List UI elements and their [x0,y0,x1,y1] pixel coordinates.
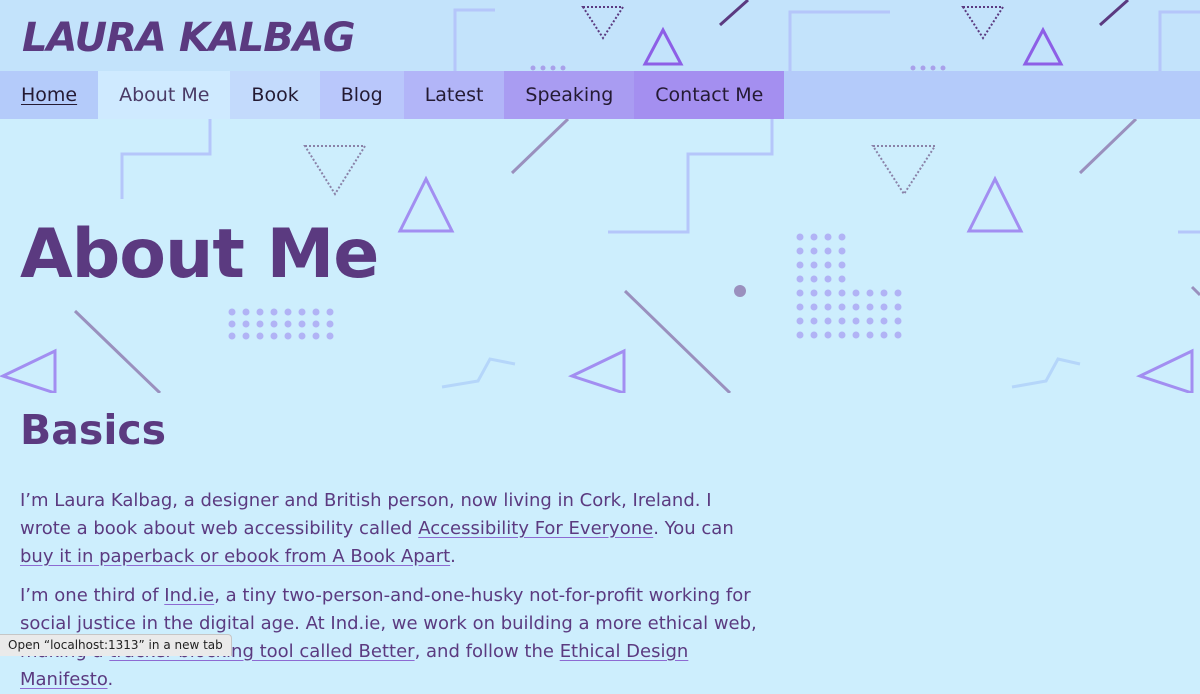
buy-book-link[interactable]: buy it in paperback or ebook from A Book… [20,546,450,567]
site-header: LAURA KALBAG [0,0,1200,71]
nav-item-home[interactable]: Home [0,71,98,119]
site-title[interactable]: LAURA KALBAG [22,10,356,66]
intro-paragraph: I’m Laura Kalbag, a designer and British… [20,487,765,571]
indie-link[interactable]: Ind.ie [164,585,214,606]
page-title: About Me [20,215,379,294]
nav-item-blog[interactable]: Blog [319,71,404,119]
browser-status-bar: Open “localhost:1313” in a new tab [0,634,232,656]
accessibility-for-everyone-link[interactable]: Accessibility For Everyone [418,518,653,539]
section-heading-basics: Basics [20,406,167,454]
paragraph-text: I’m one third of [20,585,165,606]
paragraph-text: . [450,546,456,567]
hero-banner: About Me [0,119,1200,393]
nav-item-book[interactable]: Book [230,71,320,119]
main-nav: Home About Me Book Blog Latest Speaking … [0,71,1200,119]
nav-item-latest[interactable]: Latest [403,71,505,119]
nav-item-contact-me[interactable]: Contact Me [634,71,785,119]
paragraph-text: . You can [653,518,734,539]
nav-item-speaking[interactable]: Speaking [504,71,635,119]
nav-item-about-me[interactable]: About Me [98,71,231,119]
paragraph-text: . [107,669,114,690]
paragraph-text: , and follow the [414,641,560,662]
